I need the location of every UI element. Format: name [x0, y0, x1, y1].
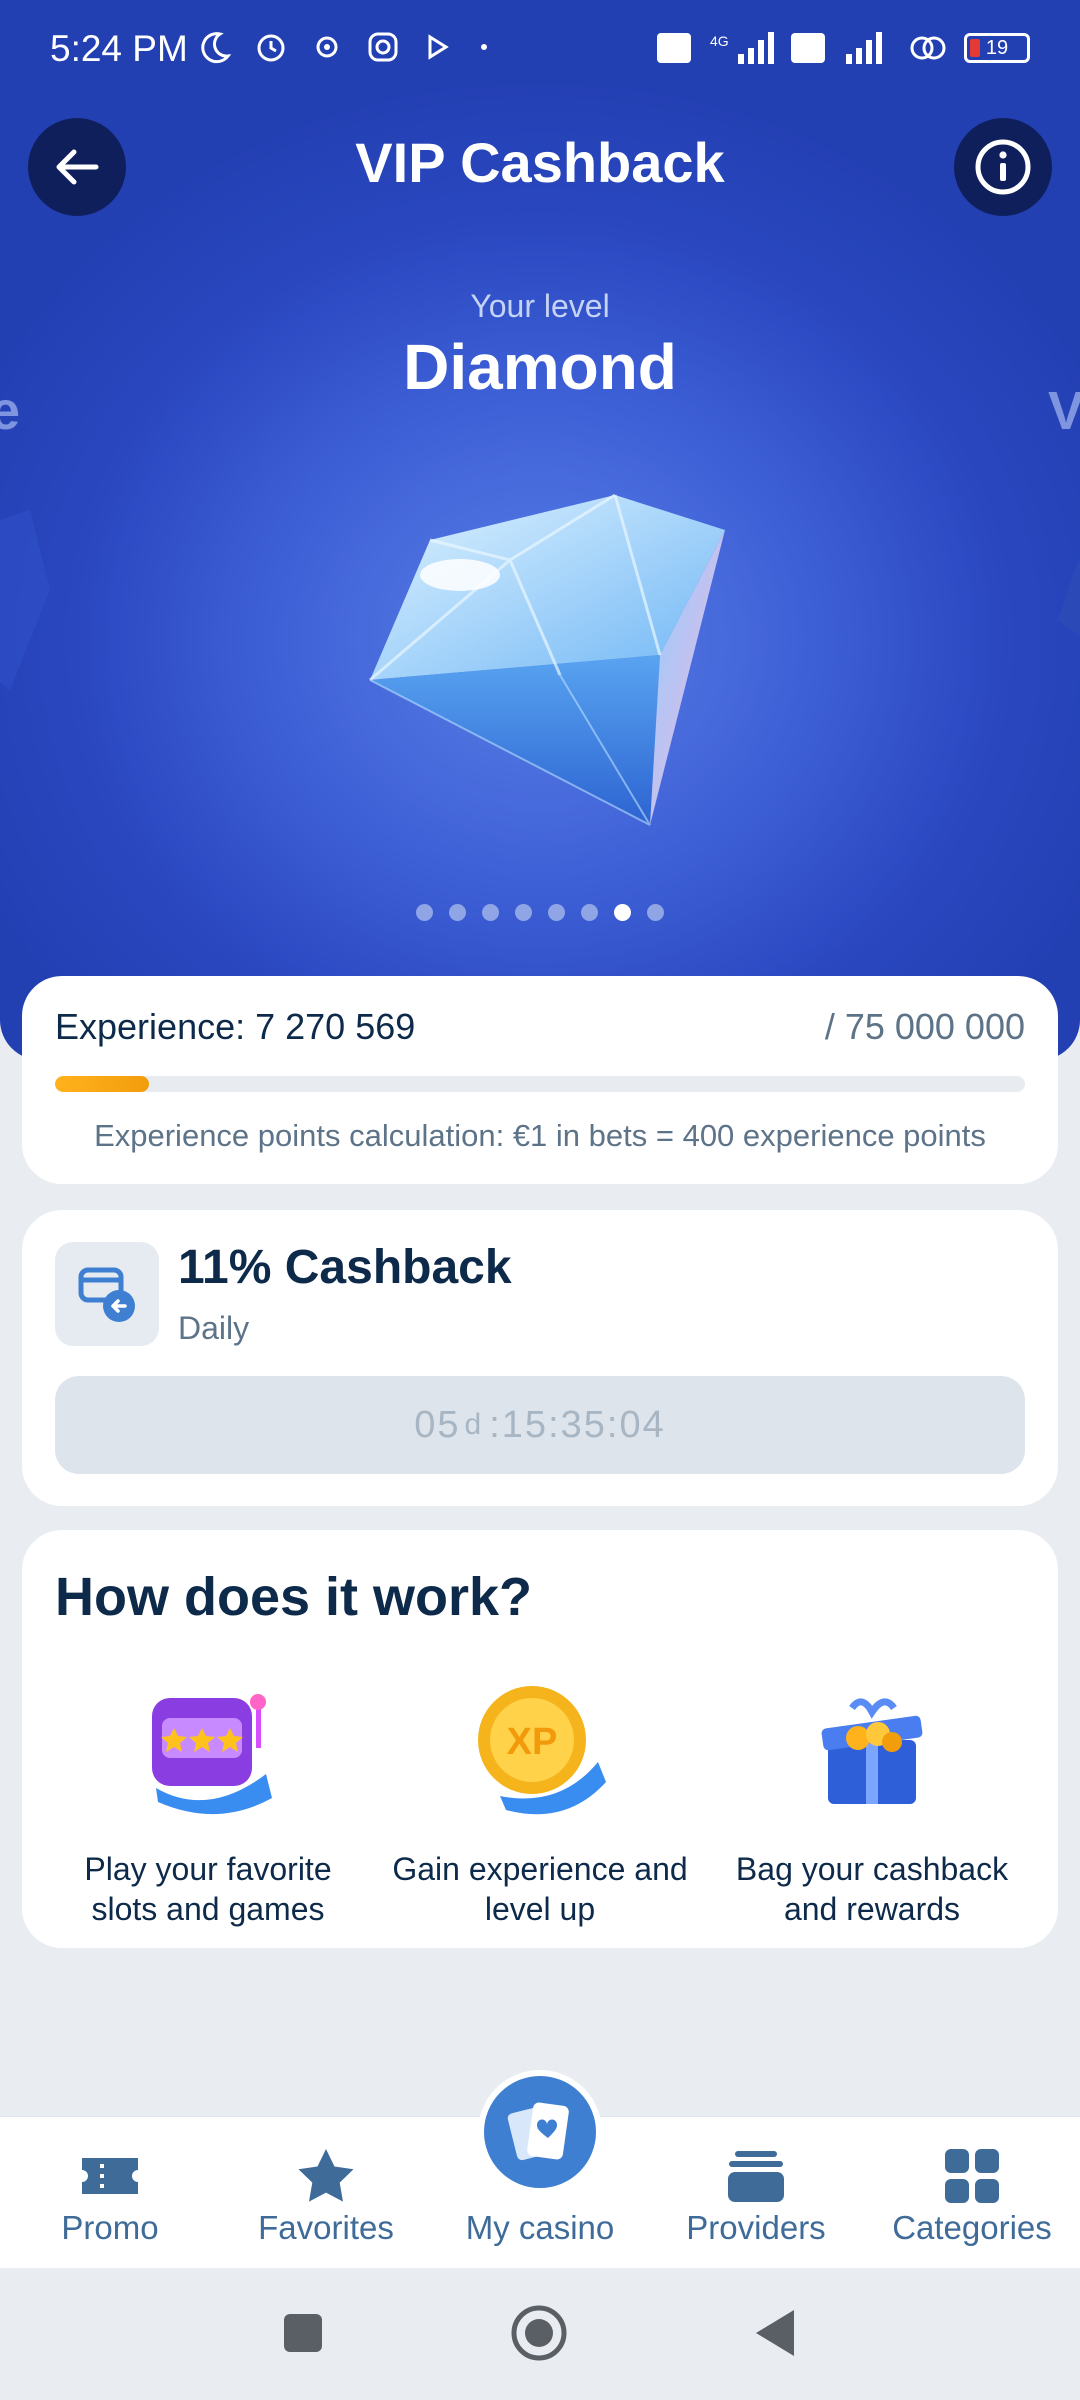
- timer-sep: :: [606, 1403, 620, 1446]
- level-name: Diamond: [403, 331, 677, 403]
- experience-note: Experience points calculation: €1 in bet…: [94, 1118, 986, 1153]
- experience-card: Experience: 7 270 569 / 75 000 000 Exper…: [22, 976, 1058, 1184]
- xp-coin-icon: XP: [478, 1686, 606, 1815]
- cashback-icon: [78, 1267, 135, 1322]
- ticket-icon: [70, 2141, 150, 2211]
- star-icon: [286, 2141, 366, 2211]
- instagram-icon: [368, 32, 398, 62]
- experience-total: / 75 000 000: [824, 1006, 1025, 1047]
- experience-progress-bar: [55, 1076, 1025, 1092]
- status-icons-left: [198, 30, 494, 64]
- nav-favorites[interactable]: Favorites: [218, 2117, 434, 2269]
- step-experience-line2: level up: [484, 1891, 596, 1927]
- diamond-gem-image: [369, 493, 725, 826]
- carousel-dot[interactable]: [449, 904, 466, 921]
- nav-categories[interactable]: Categories: [864, 2117, 1080, 2269]
- nav-promo-label: Promo: [61, 2209, 159, 2246]
- timer-hours: 15: [501, 1403, 549, 1446]
- step-rewards-caption: Bag your cashback and rewards: [712, 1849, 1032, 1929]
- carousel-dot[interactable]: [581, 904, 598, 921]
- experience-progress-fill: [55, 1076, 150, 1092]
- prev-level-peek[interactable]: e: [0, 380, 20, 442]
- stack-icon: [716, 2141, 796, 2211]
- home-icon[interactable]: [510, 2304, 568, 2362]
- step-play: Play your favorite slots and games: [48, 1678, 368, 1929]
- timer-seconds: 04: [619, 1403, 666, 1446]
- cards-icon: [507, 2102, 569, 2161]
- nav-my-casino-label: My casino: [465, 2209, 615, 2246]
- level-carousel-dots[interactable]: [0, 904, 1080, 921]
- how-it-works-card: How does it work? Play your favorite slo…: [22, 1530, 1058, 1948]
- volte-icon-2: [791, 33, 825, 63]
- next-level-peek[interactable]: V: [1048, 380, 1080, 442]
- timer-days: 05: [414, 1403, 461, 1446]
- cashback-icon-tile: [55, 1242, 159, 1346]
- status-time: 5:24 PM: [50, 28, 188, 69]
- gift-box-icon: [821, 1698, 923, 1804]
- play-store-icon: [428, 34, 449, 60]
- hotspot-icon: [910, 36, 946, 60]
- carousel-dot[interactable]: [548, 904, 565, 921]
- alarm-icon: [257, 34, 285, 62]
- cashback-title: 11% Cashback: [178, 1241, 512, 1294]
- nav-favorites-label: Favorites: [258, 2209, 394, 2246]
- timer-sep: :: [548, 1403, 561, 1446]
- step-experience-line1: Gain experience and: [392, 1851, 688, 1887]
- carousel-dot[interactable]: [515, 904, 532, 921]
- signal-4g-icon: 4G: [710, 32, 774, 64]
- battery-level: 19: [985, 36, 1009, 59]
- nav-promo[interactable]: Promo: [2, 2117, 218, 2269]
- nav-providers[interactable]: Providers: [648, 2117, 864, 2269]
- hero-banner: 5:24 PM 4G 19 VIP Cashback Your level Di…: [0, 0, 1080, 1060]
- battery-icon: 19: [964, 33, 1030, 63]
- step-experience-caption: Gain experience and level up: [380, 1849, 700, 1929]
- slot-machine-icon: [152, 1694, 272, 1815]
- prev-gem-image[interactable]: [0, 510, 50, 690]
- timer-days-unit: d: [464, 1408, 484, 1441]
- carousel-dot[interactable]: [647, 904, 664, 921]
- timer-minutes: 35: [560, 1403, 607, 1446]
- carousel-dot[interactable]: [416, 904, 433, 921]
- carousel-dot[interactable]: [482, 904, 499, 921]
- cashback-countdown: 05 d : 15 : 35 : 04: [55, 1376, 1025, 1474]
- signal-icon: [846, 32, 882, 64]
- dot-icon: [481, 44, 487, 50]
- status-bar: 5:24 PM 4G 19: [0, 0, 1080, 100]
- xp-badge-text: XP: [507, 1721, 558, 1763]
- step-play-caption: Play your favorite slots and games: [48, 1849, 368, 1929]
- step-play-line1: Play your favorite: [84, 1851, 332, 1887]
- level-label: Your level: [470, 288, 610, 324]
- step-rewards-line2: and rewards: [783, 1891, 961, 1927]
- back-nav-icon[interactable]: [754, 2308, 796, 2358]
- info-button[interactable]: [954, 118, 1052, 216]
- page-title: VIP Cashback: [355, 131, 725, 194]
- gear-app-icon: [316, 36, 338, 58]
- status-icons-right: 4G 19: [656, 30, 1030, 66]
- step-experience: XP Gain experience and level up: [380, 1678, 700, 1929]
- cashback-period: Daily: [178, 1310, 250, 1346]
- grid-icon: [932, 2141, 1012, 2211]
- cashback-card: 11% Cashback Daily 05 d : 15 : 35 : 04: [22, 1210, 1058, 1506]
- step-rewards: Bag your cashback and rewards: [712, 1678, 1032, 1929]
- nav-providers-label: Providers: [686, 2209, 826, 2246]
- next-gem-image[interactable]: [1058, 560, 1080, 660]
- recents-icon[interactable]: [282, 2312, 324, 2354]
- step-play-line2: slots and games: [91, 1891, 325, 1927]
- experience-label: Experience: 7 270 569: [55, 1006, 416, 1047]
- how-it-works-title: How does it work?: [55, 1567, 533, 1627]
- volte-icon: [657, 33, 691, 63]
- system-nav-bar: [0, 2268, 1080, 2400]
- svg-text:4G: 4G: [710, 33, 729, 49]
- info-icon: [975, 139, 1031, 195]
- nav-categories-label: Categories: [892, 2209, 1052, 2246]
- step-rewards-line1: Bag your cashback: [735, 1851, 1009, 1887]
- timer-sep: :: [489, 1403, 502, 1446]
- carousel-dot[interactable]: [614, 904, 631, 921]
- moon-icon: [201, 32, 232, 64]
- my-casino-button[interactable]: [478, 2070, 602, 2194]
